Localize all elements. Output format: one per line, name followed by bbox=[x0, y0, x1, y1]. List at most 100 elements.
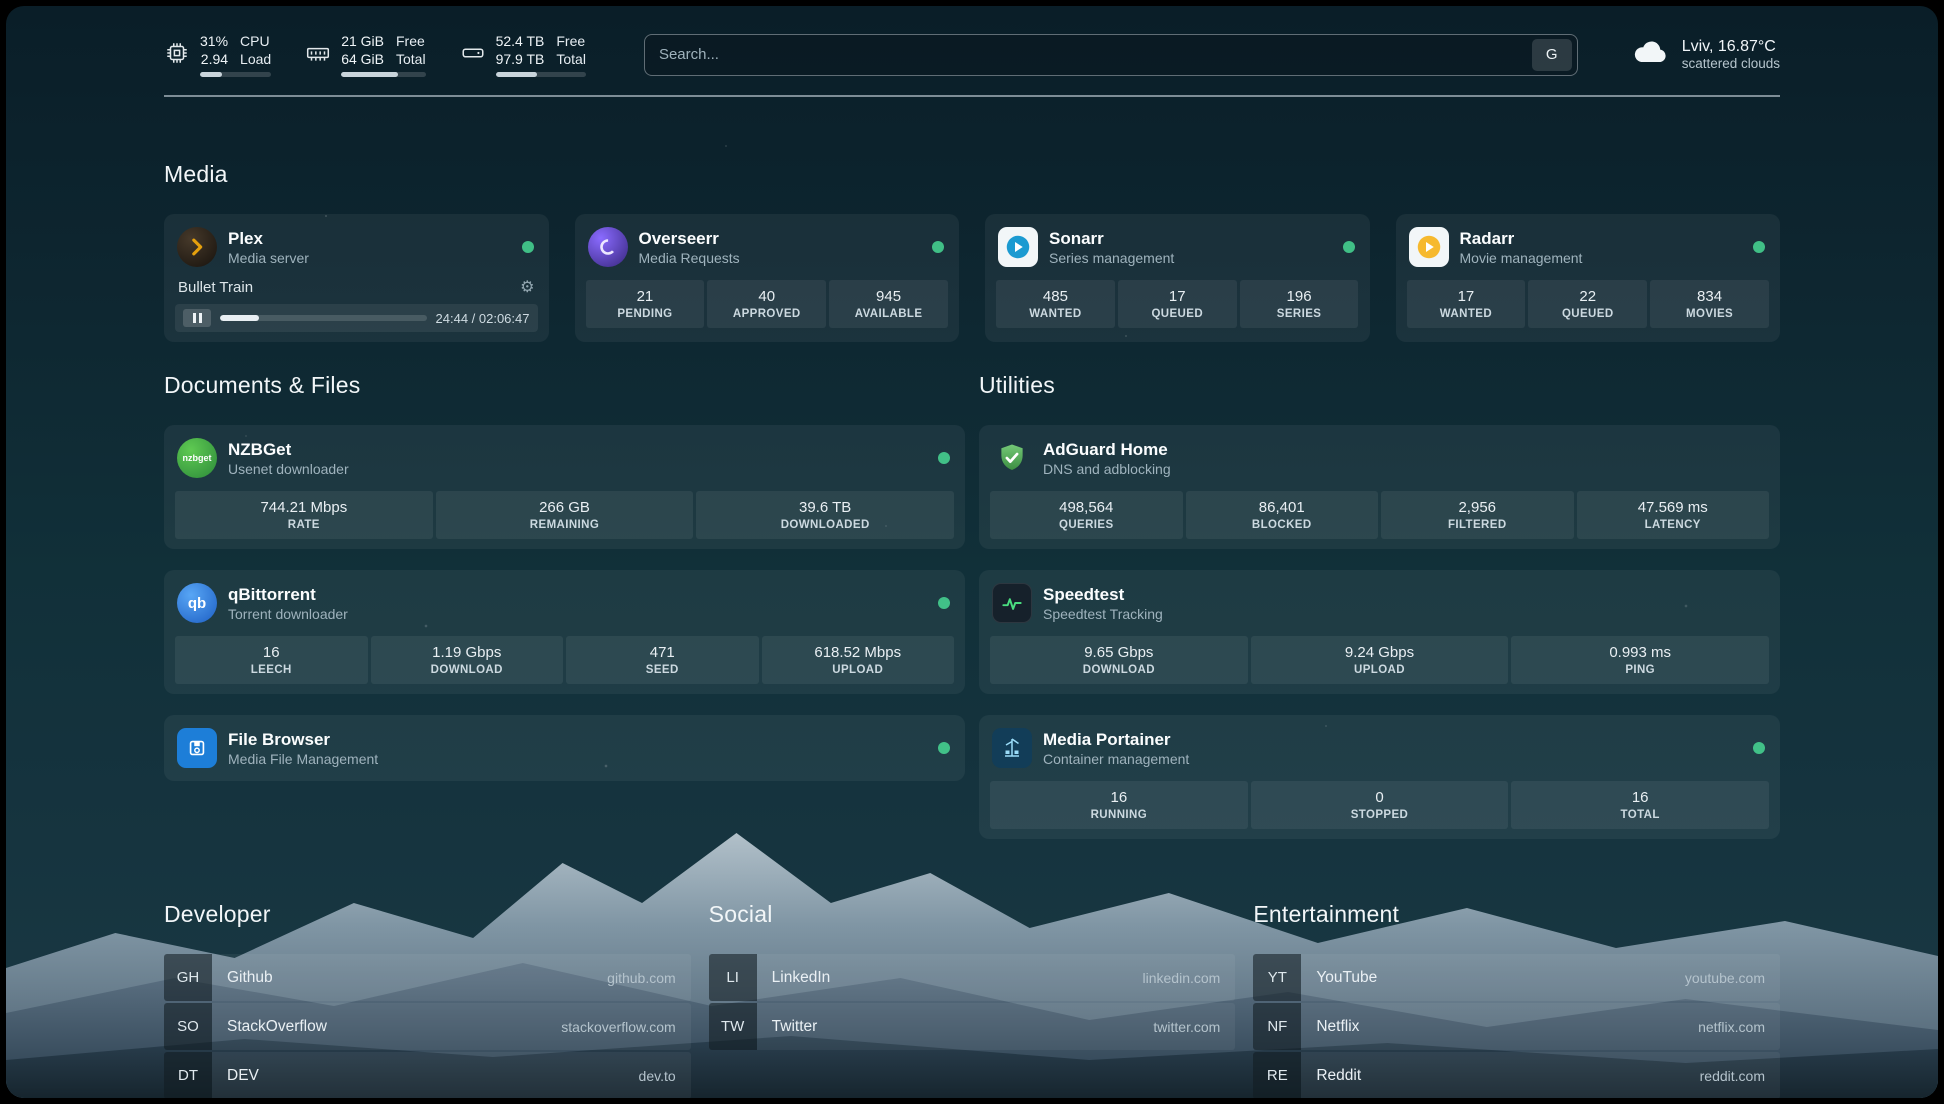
service-card-filebrowser[interactable]: File Browser Media File Management bbox=[164, 715, 965, 781]
overseerr-icon bbox=[588, 227, 628, 267]
now-playing-title: Bullet Train bbox=[178, 279, 253, 296]
speedtest-icon bbox=[992, 583, 1032, 623]
filebrowser-icon bbox=[177, 728, 217, 768]
stat-rate: 744.21 Mbps RATE bbox=[175, 491, 433, 539]
stat-stopped: 0 STOPPED bbox=[1251, 781, 1509, 829]
header-divider bbox=[164, 95, 1780, 97]
media-cards: Plex Media server Bullet Train ⚙ 24:44 /… bbox=[164, 214, 1780, 342]
status-dot bbox=[938, 452, 950, 464]
stat-series: 196 SERIES bbox=[1240, 280, 1359, 328]
stat-downloaded: 39.6 TB DOWNLOADED bbox=[696, 491, 954, 539]
stat-running: 16 RUNNING bbox=[990, 781, 1248, 829]
section-title-social: Social bbox=[709, 901, 1236, 928]
bookmark-stackoverflow[interactable]: SO StackOverflow stackoverflow.com bbox=[164, 1003, 691, 1050]
sonarr-icon bbox=[998, 227, 1038, 267]
status-dot bbox=[932, 241, 944, 253]
cpu-progress-bar bbox=[200, 72, 271, 77]
bookmark-group-developer: Developer GH Github github.com SO StackO… bbox=[164, 839, 691, 1098]
cpu-load: 2.94 bbox=[201, 50, 228, 68]
service-card-radarr[interactable]: Radarr Movie management 17 WANTED 22 QUE… bbox=[1396, 214, 1781, 342]
search-provider-button[interactable]: G bbox=[1532, 39, 1572, 71]
qbittorrent-icon: qb bbox=[177, 583, 217, 623]
stat-available: 945 AVAILABLE bbox=[829, 280, 948, 328]
search-box[interactable]: G bbox=[644, 34, 1578, 76]
resource-widgets: 31% 2.94 CPU Load bbox=[164, 32, 586, 77]
service-card-adguard[interactable]: AdGuard Home DNS and adblocking 498,564 … bbox=[979, 425, 1780, 549]
service-card-plex[interactable]: Plex Media server Bullet Train ⚙ 24:44 /… bbox=[164, 214, 549, 342]
bookmark-github[interactable]: GH Github github.com bbox=[164, 954, 691, 1001]
bookmark-twitter[interactable]: TW Twitter twitter.com bbox=[709, 1003, 1236, 1050]
disk-widget: 52.4 TB 97.9 TB Free Total bbox=[460, 32, 586, 77]
disk-total: 97.9 TB bbox=[496, 50, 545, 68]
memory-widget: 21 GiB 64 GiB Free Total bbox=[305, 32, 425, 77]
memory-free: 21 GiB bbox=[341, 32, 384, 50]
stat-download: 1.19 Gbps DOWNLOAD bbox=[371, 636, 564, 684]
status-dot bbox=[938, 742, 950, 754]
cpu-percent: 31% bbox=[200, 32, 228, 50]
stat-approved: 40 APPROVED bbox=[707, 280, 826, 328]
bookmark-youtube[interactable]: YT YouTube youtube.com bbox=[1253, 954, 1780, 1001]
stat-pending: 21 PENDING bbox=[586, 280, 705, 328]
section-title-entertainment: Entertainment bbox=[1253, 901, 1780, 928]
bookmark-netflix[interactable]: NF Netflix netflix.com bbox=[1253, 1003, 1780, 1050]
disk-progress-bar bbox=[496, 72, 586, 77]
nzbget-icon: nzbget bbox=[177, 438, 217, 478]
stat-queries: 498,564 QUERIES bbox=[990, 491, 1183, 539]
status-dot bbox=[522, 241, 534, 253]
search-input[interactable] bbox=[659, 46, 1532, 63]
status-dot bbox=[1753, 241, 1765, 253]
service-card-qbittorrent[interactable]: qb qBittorrent Torrent downloader 16 bbox=[164, 570, 965, 694]
stat-download: 9.65 Gbps DOWNLOAD bbox=[990, 636, 1248, 684]
stat-upload: 618.52 Mbps UPLOAD bbox=[762, 636, 955, 684]
stat-upload: 9.24 Gbps UPLOAD bbox=[1251, 636, 1509, 684]
status-dot bbox=[1753, 742, 1765, 754]
memory-icon bbox=[305, 32, 331, 66]
pause-button[interactable] bbox=[183, 309, 211, 327]
playback-progress-bar[interactable] bbox=[220, 315, 427, 321]
section-title-media: Media bbox=[164, 161, 1780, 188]
service-card-speedtest[interactable]: Speedtest Speedtest Tracking 9.65 Gbps D… bbox=[979, 570, 1780, 694]
memory-total: 64 GiB bbox=[341, 50, 384, 68]
cpu-icon bbox=[164, 32, 190, 66]
radarr-icon bbox=[1409, 227, 1449, 267]
section-title-utilities: Utilities bbox=[979, 372, 1780, 399]
gear-icon[interactable]: ⚙ bbox=[520, 280, 534, 296]
bookmark-group-entertainment: Entertainment YT YouTube youtube.com NF … bbox=[1253, 839, 1780, 1098]
weather-location: Lviv, 16.87°C bbox=[1682, 38, 1780, 56]
playback-time: 24:44 / 02:06:47 bbox=[436, 311, 530, 326]
service-card-sonarr[interactable]: Sonarr Series management 485 WANTED 17 Q… bbox=[985, 214, 1370, 342]
bookmark-group-social: Social LI LinkedIn linkedin.com TW Twitt… bbox=[709, 839, 1236, 1098]
service-card-overseerr[interactable]: Overseerr Media Requests 21 PENDING 40 A… bbox=[575, 214, 960, 342]
disk-free: 52.4 TB bbox=[496, 32, 545, 50]
stat-movies: 834 MOVIES bbox=[1650, 280, 1769, 328]
status-dot bbox=[938, 597, 950, 609]
stat-blocked: 86,401 BLOCKED bbox=[1186, 491, 1379, 539]
stat-remaining: 266 GB REMAINING bbox=[436, 491, 694, 539]
bookmark-reddit[interactable]: RE Reddit reddit.com bbox=[1253, 1052, 1780, 1098]
portainer-icon bbox=[992, 728, 1032, 768]
service-card-nzbget[interactable]: nzbget NZBGet Usenet downloader 744.21 M… bbox=[164, 425, 965, 549]
weather-condition: scattered clouds bbox=[1682, 56, 1780, 71]
memory-progress-bar bbox=[341, 72, 425, 77]
stat-wanted: 17 WANTED bbox=[1407, 280, 1526, 328]
adguard-icon bbox=[992, 438, 1032, 478]
service-card-portainer[interactable]: Media Portainer Container management 16 … bbox=[979, 715, 1780, 839]
stat-wanted: 485 WANTED bbox=[996, 280, 1115, 328]
disk-icon bbox=[460, 32, 486, 66]
stat-filtered: 2,956 FILTERED bbox=[1381, 491, 1574, 539]
stat-queued: 17 QUEUED bbox=[1118, 280, 1237, 328]
status-dot bbox=[1343, 241, 1355, 253]
top-bar: 31% 2.94 CPU Load bbox=[164, 6, 1780, 77]
plex-icon bbox=[177, 227, 217, 267]
section-title-documents: Documents & Files bbox=[164, 372, 965, 399]
now-playing-progress: 24:44 / 02:06:47 bbox=[175, 304, 538, 332]
cloud-icon bbox=[1630, 37, 1670, 72]
stat-total: 16 TOTAL bbox=[1511, 781, 1769, 829]
bookmark-linkedin[interactable]: LI LinkedIn linkedin.com bbox=[709, 954, 1236, 1001]
weather-widget: Lviv, 16.87°C scattered clouds bbox=[1630, 37, 1780, 72]
stat-seed: 471 SEED bbox=[566, 636, 759, 684]
bookmark-dev[interactable]: DT DEV dev.to bbox=[164, 1052, 691, 1098]
cpu-widget: 31% 2.94 CPU Load bbox=[164, 32, 271, 77]
stat-queued: 22 QUEUED bbox=[1528, 280, 1647, 328]
stat-leech: 16 LEECH bbox=[175, 636, 368, 684]
